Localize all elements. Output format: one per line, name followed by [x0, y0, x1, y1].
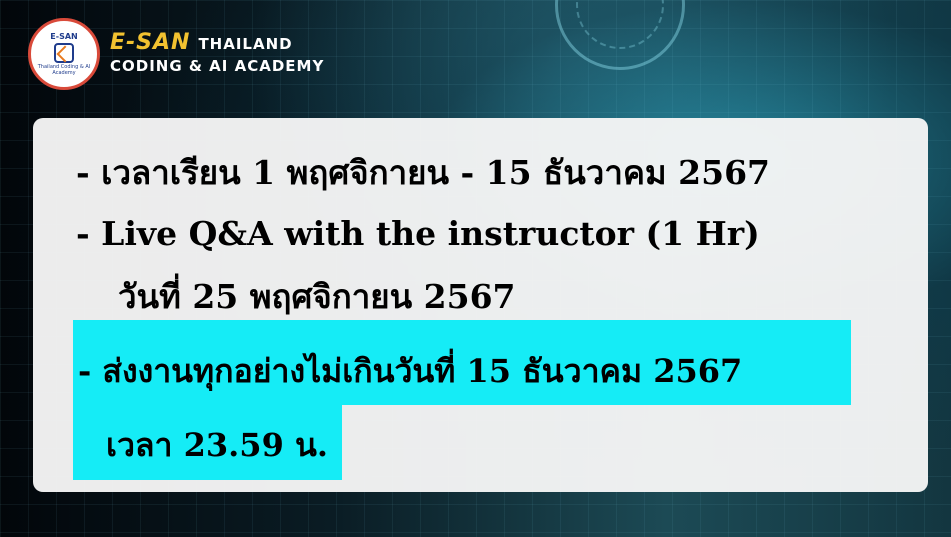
- academy-logo-badge: E-SAN Thailand Coding & AI Academy: [28, 18, 100, 90]
- class-period-line: - เวลาเรียน 1 พฤศจิกายน - 15 ธันวาคม 256…: [76, 153, 771, 192]
- brand-esan: E-SAN: [110, 30, 191, 55]
- brand-tagline: CODING & AI ACADEMY: [110, 57, 325, 75]
- deadline-time-line: เวลา 23.59 น.: [106, 426, 328, 464]
- badge-top-text: E-SAN: [50, 32, 78, 41]
- code-mark-icon: [54, 43, 74, 63]
- deadline-line: - ส่งงานทุกอย่างไม่เกินวันที่ 15 ธันวาคม…: [78, 352, 743, 390]
- badge-sub-text: Thailand Coding & AI Academy: [37, 64, 91, 76]
- brand-wordmark: E-SAN THAILAND CODING & AI ACADEMY: [110, 30, 324, 75]
- brand-thailand: THAILAND: [198, 35, 293, 53]
- live-qa-line: - Live Q&A with the instructor (1 Hr): [76, 214, 760, 253]
- live-qa-date-line: วันที่ 25 พฤศจิกายน 2567: [118, 277, 516, 316]
